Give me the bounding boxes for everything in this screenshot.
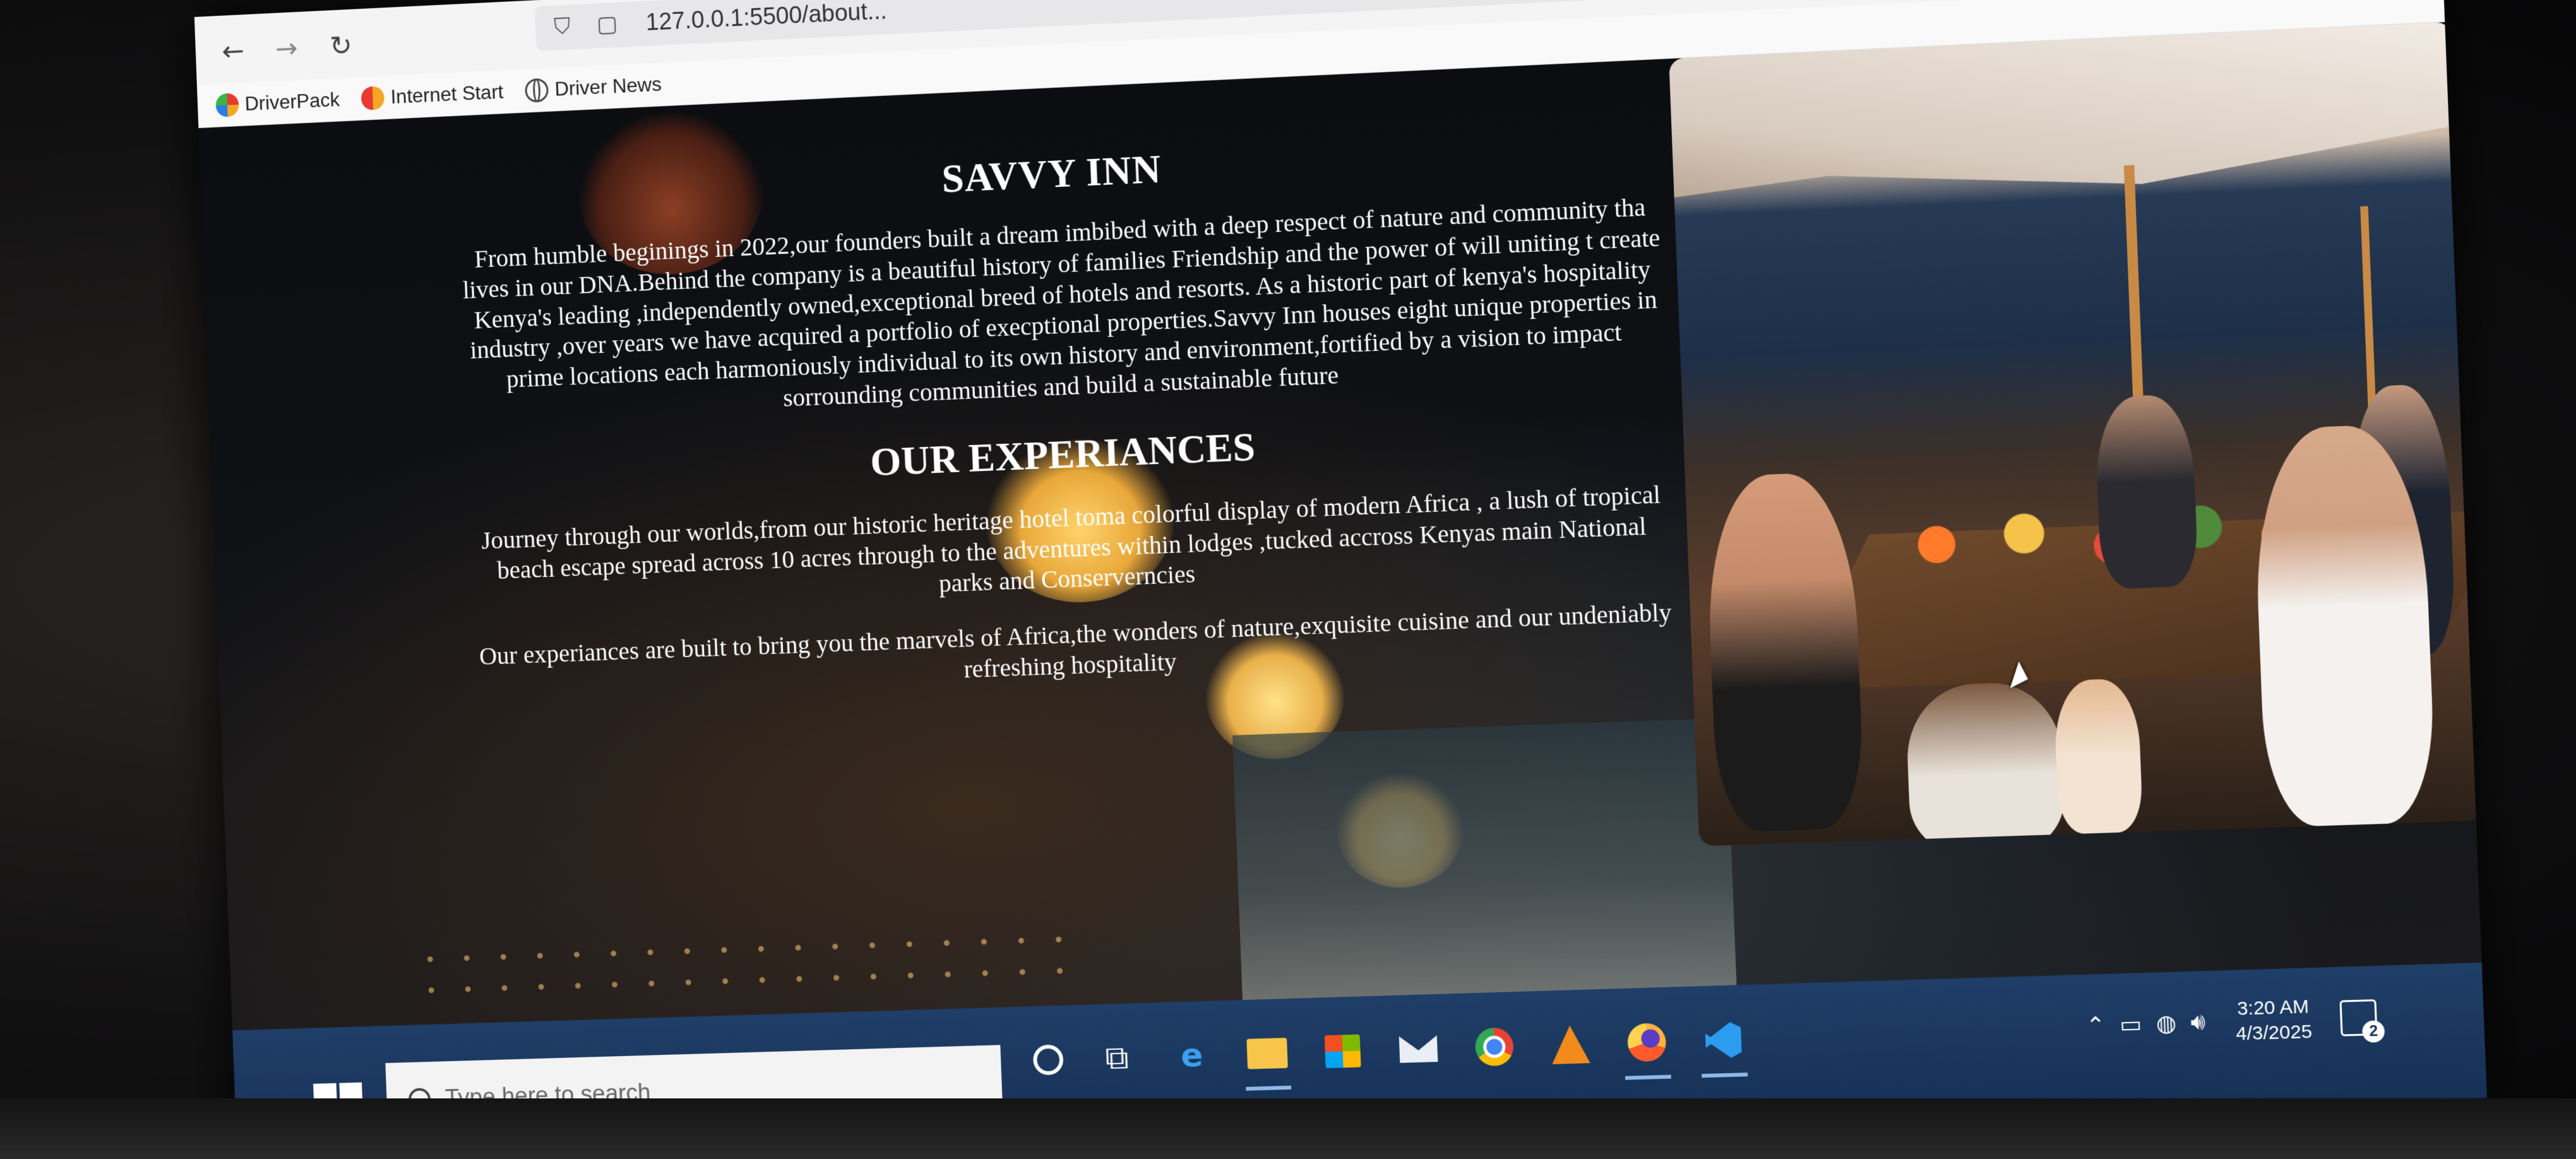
page-icon: ▢ — [596, 11, 618, 38]
guest — [2053, 677, 2144, 835]
store-icon[interactable] — [1319, 1028, 1366, 1074]
cortana-icon[interactable] — [1025, 1037, 1071, 1083]
internet-start-icon — [361, 85, 385, 110]
file-explorer-icon[interactable] — [1244, 1030, 1291, 1077]
about-paragraph: From humble beginings in 2022,our founde… — [462, 193, 1661, 412]
system-tray: ⌃ ▭ ◍ 🔊︎ 3:20 AM 4/3/2025 2 — [2085, 992, 2385, 1052]
reload-icon[interactable]: ↻ — [322, 27, 360, 66]
dinner-party-photo — [1669, 22, 2482, 847]
bookmark-label: Driver News — [554, 73, 662, 100]
vlc-icon[interactable] — [1547, 1021, 1594, 1068]
bookmark-driver-news[interactable]: Driver News — [525, 73, 662, 103]
forward-arrow-icon[interactable]: → — [268, 29, 306, 68]
experiences-paragraph-2: Our experiances are built to bring you t… — [479, 598, 1673, 684]
driverpack-icon — [215, 92, 239, 117]
notifications-icon[interactable]: 2 — [2339, 999, 2385, 1043]
firefox-icon[interactable] — [1623, 1019, 1671, 1066]
battery-icon[interactable]: ▭ — [2120, 1011, 2143, 1038]
chevron-up-icon[interactable]: ⌃ — [2085, 1012, 2106, 1038]
chrome-icon[interactable] — [1470, 1023, 1518, 1070]
about-content: SAVVY INN From humble beginings in 2022,… — [455, 104, 1681, 727]
vscode-icon[interactable] — [1700, 1016, 1748, 1064]
notification-count-badge: 2 — [2361, 1020, 2385, 1043]
network-icon[interactable]: ◍ — [2156, 1010, 2177, 1037]
bookmark-label: DriverPack — [244, 88, 340, 115]
back-arrow-icon[interactable]: ← — [214, 32, 252, 71]
clock-time: 3:20 AM — [2236, 996, 2310, 1019]
experiences-paragraph-1: Journey through our worlds,from our hist… — [480, 480, 1661, 598]
guest — [1904, 681, 2066, 847]
bookmark-internet-start[interactable]: Internet Start — [361, 80, 504, 110]
clock[interactable]: 3:20 AM 4/3/2025 — [2234, 994, 2313, 1047]
guest — [2094, 393, 2199, 590]
webpage: SAVVY INN From humble beginings in 2022,… — [198, 22, 2482, 1031]
guest — [1704, 471, 1866, 833]
photo-frame: ← → ↻ ⛉ ▢ 127.0.0.1:5500/about... Driver… — [0, 0, 2576, 1159]
bookmark-label: Internet Start — [390, 80, 504, 108]
background-string-lights — [411, 922, 1092, 1013]
tent-pole — [2360, 206, 2377, 425]
clock-date: 4/3/2025 — [2235, 1021, 2313, 1045]
mail-icon[interactable] — [1395, 1026, 1442, 1073]
globe-icon — [525, 78, 549, 103]
shield-icon: ⛉ — [553, 13, 571, 40]
bookmark-driverpack[interactable]: DriverPack — [215, 88, 340, 117]
url-text[interactable]: 127.0.0.1:5500/about... — [645, 0, 887, 37]
monitor-screen: ← → ↻ ⛉ ▢ 127.0.0.1:5500/about... Driver… — [194, 0, 2487, 1159]
edge-icon[interactable]: e — [1169, 1032, 1215, 1079]
volume-icon[interactable]: 🔊︎ — [2190, 1009, 2206, 1036]
monitor-bezel — [0, 1098, 2576, 1159]
task-view-icon[interactable]: ⧉ — [1094, 1035, 1140, 1081]
background-window — [1232, 718, 1737, 1001]
tent-pole — [2123, 165, 2145, 435]
